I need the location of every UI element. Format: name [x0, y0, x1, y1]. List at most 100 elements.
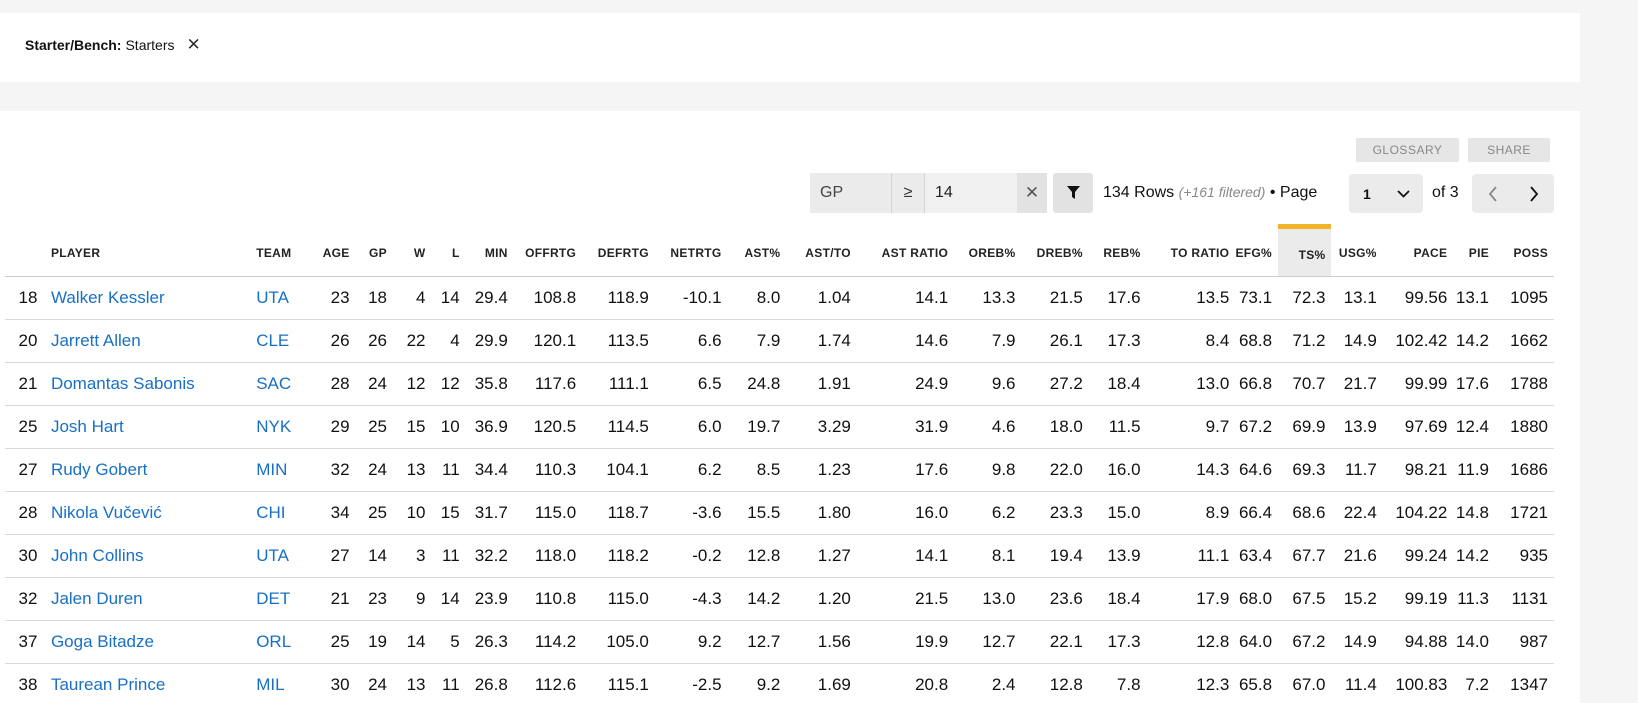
chevron-right-icon[interactable] [1513, 174, 1554, 213]
column-header-offrtg[interactable]: OFFRTG [513, 226, 583, 277]
column-header-team[interactable]: TEAM [256, 226, 315, 277]
w-cell: 9 [393, 577, 432, 621]
row-count: 134 Rows [1103, 184, 1175, 201]
team-link[interactable]: MIL [256, 675, 284, 694]
dreb-pct-cell: 18.0 [1021, 405, 1089, 449]
close-icon[interactable]: ✕ [1017, 173, 1047, 213]
offrtg-cell: 120.5 [513, 405, 583, 449]
l-cell: 4 [431, 319, 466, 363]
table-row: 25 Josh Hart NYK 29 25 15 10 36.9 120.5 114.5 6.0 1… [5, 405, 1554, 449]
player-link[interactable]: Jalen Duren [51, 589, 143, 608]
offrtg-cell: 110.3 [513, 448, 583, 492]
column-header-l[interactable]: L [431, 226, 466, 277]
ts-pct-cell: 67.2 [1278, 620, 1332, 664]
column-header-ts-pct[interactable]: TS% [1278, 224, 1332, 277]
page-select-value: 1 [1363, 185, 1371, 202]
column-header-min[interactable]: MIN [465, 226, 514, 277]
player-link[interactable]: Taurean Prince [51, 675, 165, 694]
ts-pct-cell: 70.7 [1278, 362, 1332, 406]
team-link[interactable]: ORL [256, 632, 291, 651]
pie-cell: 17.6 [1453, 362, 1496, 406]
l-cell: 12 [431, 362, 466, 406]
page-label: • Page [1269, 184, 1318, 201]
team-link[interactable]: UTA [256, 288, 289, 307]
team-link[interactable]: NYK [256, 417, 291, 436]
player-link[interactable]: Jarrett Allen [51, 331, 141, 350]
to-ratio-cell: 13.5 [1146, 276, 1236, 320]
w-cell: 10 [393, 491, 432, 535]
to-ratio-cell: 12.3 [1146, 663, 1236, 703]
defrtg-cell: 115.1 [582, 663, 655, 703]
column-header-age[interactable]: AGE [314, 226, 356, 277]
player-link[interactable]: Josh Hart [51, 417, 124, 436]
close-icon[interactable]: ✕ [186, 36, 200, 53]
player-link[interactable]: Nikola Vučević [51, 503, 162, 522]
player-cell: Walker Kessler [50, 276, 257, 320]
age-cell: 29 [314, 405, 356, 449]
column-header-netrtg[interactable]: NETRTG [654, 226, 728, 277]
column-header-oreb-pct[interactable]: OREB% [954, 226, 1022, 277]
player-link[interactable]: Domantas Sabonis [51, 374, 195, 393]
column-header-efg-pct[interactable]: EFG% [1235, 226, 1279, 277]
dreb-pct-cell: 21.5 [1021, 276, 1089, 320]
team-link[interactable]: MIN [256, 460, 287, 479]
efg-pct-cell: 66.4 [1235, 491, 1279, 535]
column-header-dreb-pct[interactable]: DREB% [1021, 226, 1089, 277]
poss-cell: 1880 [1495, 405, 1554, 449]
column-header-gp[interactable]: GP [355, 226, 393, 277]
defrtg-cell: 104.1 [582, 448, 655, 492]
filter-field-select[interactable]: GP [810, 173, 891, 213]
glossary-button[interactable]: GLOSSARY [1356, 138, 1459, 162]
column-header-poss[interactable]: POSS [1495, 226, 1554, 277]
column-header-player[interactable]: PLAYER [50, 226, 257, 277]
filter-value-input[interactable] [925, 173, 1017, 213]
efg-pct-cell: 68.0 [1235, 577, 1279, 621]
column-header-defrtg[interactable]: DEFRTG [582, 226, 655, 277]
player-link[interactable]: Goga Bitadze [51, 632, 154, 651]
player-cell: Rudy Gobert [50, 448, 257, 492]
ast-to-cell: 1.91 [786, 362, 857, 406]
defrtg-cell: 118.2 [582, 534, 655, 578]
column-header-reb-pct[interactable]: REB% [1088, 226, 1147, 277]
ast-to-cell: 1.27 [786, 534, 857, 578]
pace-cell: 102.42 [1382, 319, 1454, 363]
ast-pct-cell: 12.8 [727, 534, 787, 578]
column-header-rank [5, 226, 51, 277]
w-cell: 13 [393, 663, 432, 703]
player-link[interactable]: John Collins [51, 546, 144, 565]
column-header-usg-pct[interactable]: USG% [1331, 226, 1383, 277]
offrtg-cell: 117.6 [513, 362, 583, 406]
l-cell: 11 [431, 534, 466, 578]
oreb-pct-cell: 6.2 [954, 491, 1022, 535]
column-header-ast-pct[interactable]: AST% [727, 226, 787, 277]
min-cell: 26.3 [465, 620, 514, 664]
team-link[interactable]: CLE [256, 331, 289, 350]
filtered-count: (+161 filtered) [1178, 184, 1266, 200]
rank-cell: 30 [5, 534, 51, 578]
column-header-w[interactable]: W [393, 226, 432, 277]
team-link[interactable]: DET [256, 589, 290, 608]
funnel-icon[interactable] [1053, 173, 1093, 213]
poss-cell: 987 [1495, 620, 1554, 664]
pie-cell: 13.1 [1453, 276, 1496, 320]
team-link[interactable]: CHI [256, 503, 285, 522]
player-cell: Goga Bitadze [50, 620, 257, 664]
share-button[interactable]: SHARE [1468, 138, 1550, 162]
player-link[interactable]: Walker Kessler [51, 288, 165, 307]
column-header-pie[interactable]: PIE [1453, 226, 1496, 277]
column-header-ast-to[interactable]: AST/TO [786, 226, 857, 277]
player-link[interactable]: Rudy Gobert [51, 460, 147, 479]
chevron-left-icon[interactable] [1472, 174, 1513, 213]
column-header-pace[interactable]: PACE [1382, 226, 1454, 277]
ast-to-cell: 1.04 [786, 276, 857, 320]
page-select[interactable]: 1 [1349, 174, 1423, 213]
min-cell: 36.9 [465, 405, 514, 449]
oreb-pct-cell: 13.0 [954, 577, 1022, 621]
filter-operator-select[interactable]: ≥ [891, 173, 925, 213]
team-link[interactable]: UTA [256, 546, 289, 565]
team-link[interactable]: SAC [256, 374, 291, 393]
column-header-ast-ratio[interactable]: AST RATIO [856, 226, 955, 277]
rank-cell: 20 [5, 319, 51, 363]
netrtg-cell: -2.5 [654, 663, 728, 703]
column-header-to-ratio[interactable]: TO RATIO [1146, 226, 1236, 277]
